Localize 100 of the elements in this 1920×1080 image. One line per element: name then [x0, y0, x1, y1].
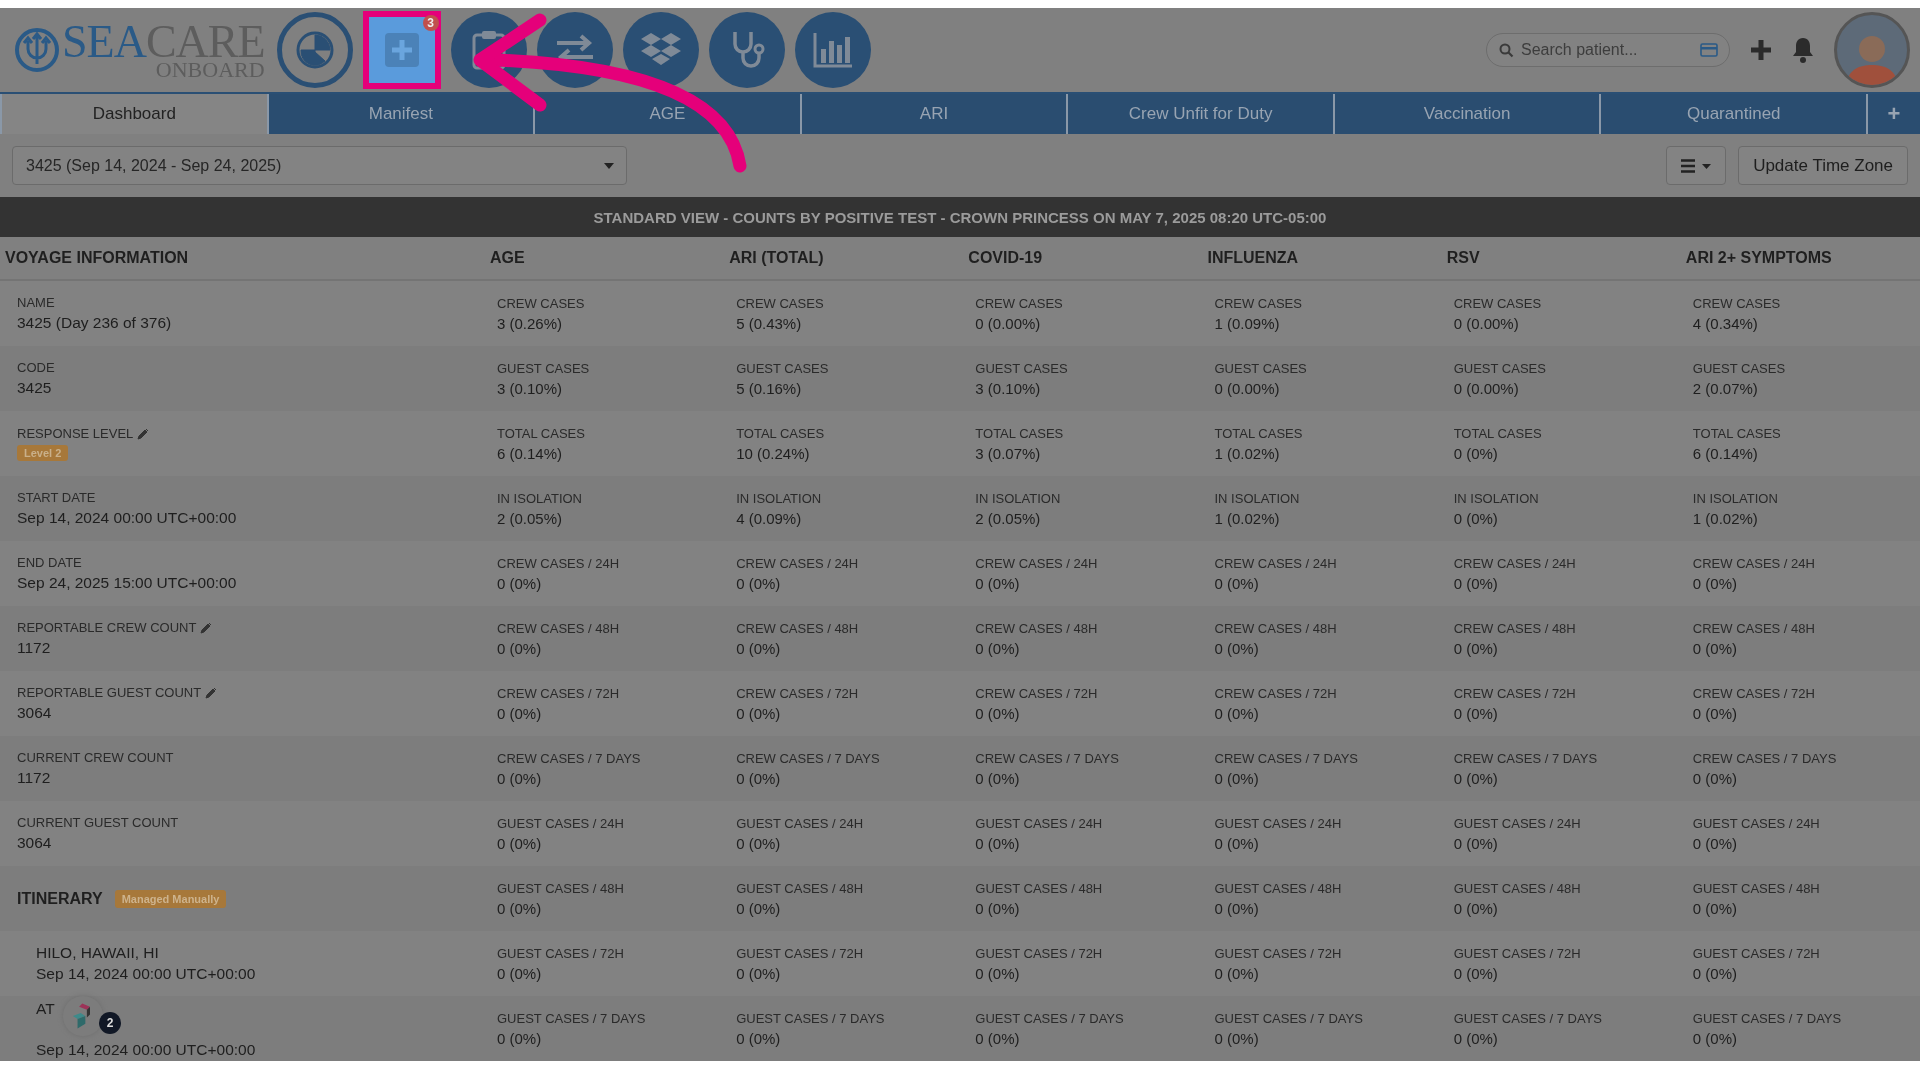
stat-value: 1 (0.09%): [1214, 314, 1281, 332]
tab[interactable]: Dashboard: [0, 94, 267, 134]
stat-value: 0 (0%): [1453, 769, 1499, 787]
stat-label: CREW CASES / 48H: [975, 620, 1099, 636]
stat-value: 0 (0%): [1453, 444, 1499, 462]
stat-value: 0 (0%): [736, 704, 782, 722]
stat-value: 0 (0%): [1692, 574, 1738, 592]
stat-label: CREW CASES: [497, 295, 586, 311]
stat-label: CREW CASES / 72H: [1692, 685, 1816, 701]
stat-label: GUEST CASES / 24H: [975, 815, 1104, 831]
stat-value: 5 (0.16%): [736, 379, 803, 397]
stat-value: 0 (0.00%): [1453, 379, 1520, 397]
view-menu-button[interactable]: [1666, 146, 1727, 185]
field-value: 3425: [17, 379, 53, 397]
field-value: 1172: [17, 769, 52, 787]
stat-label: IN ISOLATION: [736, 490, 823, 506]
app-logo-text: SEACARE: [62, 19, 265, 65]
tab[interactable]: AGE: [533, 94, 800, 134]
trident-logo-icon: [14, 27, 60, 73]
stat-value: 1 (0.02%): [1214, 444, 1281, 462]
field-label: CURRENT GUEST COUNT: [17, 815, 179, 830]
clipboard-icon: [471, 30, 506, 70]
stat-label: GUEST CASES / 72H: [1692, 945, 1821, 961]
pie-chart-icon: [294, 30, 335, 70]
update-time-zone-button[interactable]: Update Time Zone: [1738, 146, 1908, 185]
stat-value: 0 (0%): [975, 1029, 1021, 1047]
stat-label: TOTAL CASES: [1214, 425, 1304, 441]
stat-label: GUEST CASES: [736, 360, 830, 376]
edit-pencil-icon[interactable]: [205, 686, 218, 699]
edit-pencil-icon[interactable]: [137, 427, 150, 440]
stat-label: GUEST CASES / 24H: [736, 815, 865, 831]
stat-value: 0 (0%): [736, 964, 782, 982]
response-level-badge: Level 2: [17, 445, 69, 461]
stat-value: 0 (0%): [1453, 509, 1499, 527]
stat-label: CREW CASES: [1214, 295, 1303, 311]
stat-label: GUEST CASES / 7 DAYS: [975, 1010, 1125, 1026]
stat-label: TOTAL CASES: [1453, 425, 1543, 441]
stat-label: GUEST CASES / 48H: [1692, 880, 1821, 896]
voyage-select[interactable]: 3425 (Sep 14, 2024 - Sep 24, 2025): [12, 146, 627, 185]
stat-value: 0 (0%): [1214, 704, 1260, 722]
list-menu-icon: [1681, 158, 1712, 173]
stat-label: CREW CASES / 48H: [1692, 620, 1816, 636]
stat-label: CREW CASES: [1692, 295, 1782, 311]
stat-label: CREW CASES / 24H: [497, 555, 621, 571]
stat-value: 0 (0%): [1692, 1029, 1738, 1047]
stat-label: CREW CASES / 72H: [975, 685, 1099, 701]
stat-label: GUEST CASES / 72H: [497, 945, 625, 961]
tab[interactable]: Crew Unfit for Duty: [1066, 94, 1333, 134]
stat-label: CREW CASES / 7 DAYS: [497, 750, 642, 766]
search-field[interactable]: Search patient...: [1486, 33, 1730, 67]
field-value: 3064: [17, 704, 53, 722]
stat-label: GUEST CASES / 7 DAYS: [1214, 1010, 1364, 1026]
card-icon: [1700, 43, 1718, 57]
stat-label: CREW CASES: [736, 295, 825, 311]
stat-value: 6 (0.14%): [1692, 444, 1759, 462]
stat-label: TOTAL CASES: [1692, 425, 1782, 441]
stat-value: 0 (0%): [1214, 899, 1260, 917]
stat-value: 0 (0%): [1453, 574, 1499, 592]
stat-label: GUEST CASES / 48H: [1453, 880, 1582, 896]
stat-label: CREW CASES: [1453, 295, 1543, 311]
stat-label: CREW CASES / 24H: [1453, 555, 1577, 571]
notification-bell-icon[interactable]: [1792, 37, 1814, 63]
tab[interactable]: Manifest: [266, 94, 534, 134]
field-value: 3064: [17, 834, 53, 852]
stat-value: 0 (0%): [1453, 704, 1499, 722]
stat-label: CREW CASES / 24H: [736, 555, 860, 571]
field-label: NAME: [17, 295, 55, 310]
help-widget[interactable]: [63, 996, 103, 1036]
stat-label: IN ISOLATION: [1214, 490, 1301, 506]
add-record-button[interactable]: [362, 11, 441, 89]
stat-value: 0 (0%): [497, 834, 543, 852]
view-banner-text: STANDARD VIEW - COUNTS BY POSITIVE TEST - CROWN PRINCESS ON MAY 7, 2025 08:20 UTC-05:00: [593, 208, 1327, 226]
add-icon[interactable]: [1750, 39, 1772, 61]
tab[interactable]: +: [1866, 94, 1920, 134]
stat-value: 0 (0%): [1453, 1029, 1499, 1047]
stat-value: 0 (0%): [1692, 834, 1738, 852]
stat-label: GUEST CASES / 72H: [975, 945, 1104, 961]
field-value: 3425 (Day 236 of 376): [17, 314, 173, 332]
stat-value: 0 (0%): [1453, 639, 1499, 657]
stat-value: 0 (0%): [736, 834, 782, 852]
field-value: Sep 24, 2025 15:00 UTC+00:00: [17, 574, 238, 592]
field-value: Sep 14, 2024 00:00 UTC+00:00: [17, 509, 238, 527]
stat-label: GUEST CASES / 7 DAYS: [1692, 1010, 1843, 1026]
stat-value: 0 (0%): [497, 899, 543, 917]
caret-icon: [604, 162, 614, 169]
stat-value: 0 (0%): [497, 704, 543, 722]
stat-value: 0 (0%): [975, 639, 1021, 657]
edit-pencil-icon[interactable]: [200, 621, 213, 634]
stat-value: 0 (0%): [1214, 964, 1260, 982]
field-label: START DATE: [17, 490, 96, 505]
stat-label: GUEST CASES / 24H: [1692, 815, 1821, 831]
tab[interactable]: ARI: [799, 94, 1067, 134]
stat-label: TOTAL CASES: [497, 425, 586, 441]
stat-label: GUEST CASES / 72H: [1214, 945, 1343, 961]
stat-label: CREW CASES / 48H: [497, 620, 621, 636]
tab[interactable]: Vaccination: [1332, 94, 1600, 134]
tab[interactable]: Quarantined: [1599, 94, 1867, 134]
stat-label: CREW CASES / 72H: [736, 685, 860, 701]
stat-label: CREW CASES / 24H: [1692, 555, 1816, 571]
stat-value: 0 (0.00%): [1214, 379, 1281, 397]
